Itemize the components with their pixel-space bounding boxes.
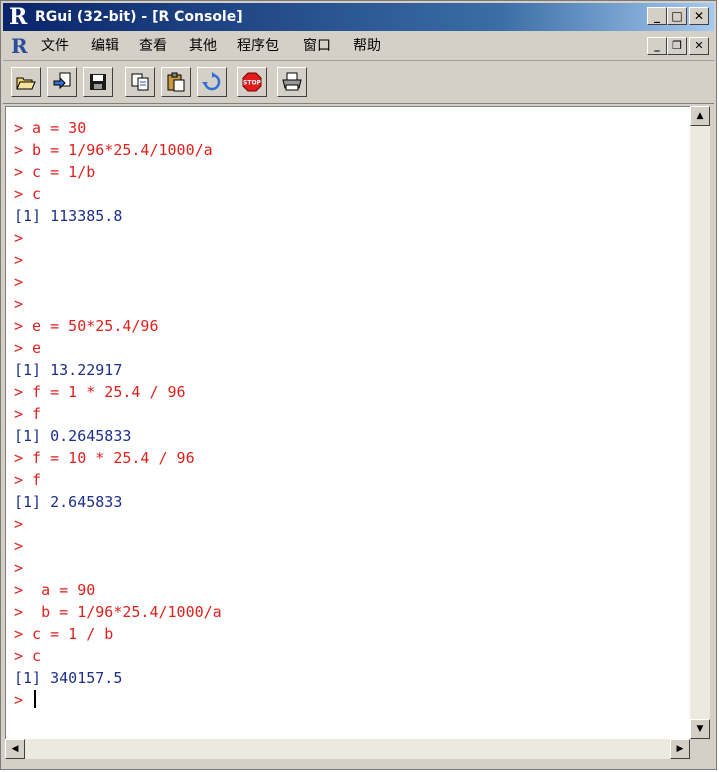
console-input-line: > bbox=[14, 229, 24, 247]
console-output-line: [1] 113385.8 bbox=[14, 207, 123, 225]
scroll-right-button[interactable]: ▶ bbox=[670, 739, 690, 759]
scroll-down-button[interactable]: ▼ bbox=[690, 719, 710, 739]
scroll-left-button[interactable]: ◀ bbox=[5, 739, 25, 759]
menu-file[interactable]: 文件 bbox=[41, 37, 69, 55]
console-input-line: > c bbox=[14, 647, 42, 665]
rgui-window: R RGui (32-bit) - [R Console] _ □ ✕ R 文件… bbox=[0, 0, 717, 770]
load-workspace-button[interactable] bbox=[47, 67, 77, 97]
save-workspace-button[interactable] bbox=[83, 67, 113, 97]
console-input-line: > b = 1/96*25.4/1000/a bbox=[14, 141, 213, 159]
menu-misc[interactable]: 其他 bbox=[189, 37, 217, 55]
print-button[interactable] bbox=[277, 67, 307, 97]
console-input-line: > a = 90 bbox=[14, 581, 96, 599]
console-input-line: > c = 1 / b bbox=[14, 625, 114, 643]
copy-icon bbox=[131, 73, 149, 91]
menu-edit[interactable]: 编辑 bbox=[91, 37, 119, 55]
toolbar: STOP bbox=[3, 61, 714, 104]
r-console-output[interactable]: > a = 30 > b = 1/96*25.4/1000/a > c = 1/b >… bbox=[5, 106, 690, 740]
menu-windows[interactable]: 窗口 bbox=[303, 37, 331, 55]
console-input-line: > bbox=[14, 559, 24, 577]
console-r-icon[interactable]: R bbox=[11, 34, 28, 58]
maximize-button[interactable]: □ bbox=[667, 7, 687, 25]
console-input-line: > a = 30 bbox=[14, 119, 87, 137]
text-cursor bbox=[34, 690, 37, 708]
child-close-button[interactable]: ✕ bbox=[689, 37, 709, 55]
scrollbar-corner bbox=[690, 739, 710, 759]
child-minimize-button[interactable]: _ bbox=[647, 37, 667, 55]
console-input-line: > bbox=[14, 251, 24, 269]
load-workspace-icon bbox=[53, 72, 71, 90]
console-input-line: > e = 50*25.4/96 bbox=[14, 317, 159, 335]
console-output-line: [1] 340157.5 bbox=[14, 669, 123, 687]
copy-paste-icon bbox=[202, 72, 221, 91]
prompt-symbol: > bbox=[14, 691, 33, 709]
minimize-button[interactable]: _ bbox=[647, 7, 667, 25]
stop-label: STOP bbox=[243, 80, 262, 87]
open-script-button[interactable] bbox=[11, 67, 41, 97]
scroll-up-button[interactable]: ▲ bbox=[690, 106, 710, 126]
console-input-line: > f = 10 * 25.4 / 96 bbox=[14, 449, 195, 467]
menu-view[interactable]: 查看 bbox=[139, 37, 167, 55]
menu-help[interactable]: 帮助 bbox=[353, 37, 381, 55]
console-input-line: > c bbox=[14, 185, 42, 203]
console-input-line: > e bbox=[14, 339, 42, 357]
console-input-line: > f bbox=[14, 405, 42, 423]
stop-icon: STOP bbox=[242, 72, 262, 92]
console-input-line: > b = 1/96*25.4/1000/a bbox=[14, 603, 222, 621]
console-input-line: > bbox=[14, 295, 24, 313]
console-input-line: > c = 1/b bbox=[14, 163, 96, 181]
console-prompt-line[interactable]: > bbox=[14, 689, 37, 711]
console-input-line: > bbox=[14, 537, 24, 555]
console-output-line: [1] 2.645833 bbox=[14, 493, 123, 511]
console-input-line: > f bbox=[14, 471, 42, 489]
paste-button[interactable] bbox=[161, 67, 191, 97]
console-output-line: [1] 0.2645833 bbox=[14, 427, 132, 445]
save-workspace-icon bbox=[90, 74, 106, 90]
console-input-line: > f = 1 * 25.4 / 96 bbox=[14, 383, 186, 401]
window-title: RGui (32-bit) - [R Console] bbox=[35, 9, 243, 25]
print-icon bbox=[282, 72, 302, 91]
vertical-scrollbar[interactable]: ▲ ▼ bbox=[690, 106, 710, 739]
close-button[interactable]: ✕ bbox=[689, 7, 709, 25]
open-script-icon bbox=[16, 77, 36, 90]
child-restore-button[interactable]: ❐ bbox=[667, 37, 687, 55]
stop-button[interactable]: STOP bbox=[237, 67, 267, 97]
r-logo-icon: R bbox=[9, 4, 28, 30]
paste-icon bbox=[167, 72, 185, 92]
horizontal-scrollbar[interactable]: ◀ ▶ bbox=[5, 739, 690, 759]
copy-button[interactable] bbox=[125, 67, 155, 97]
menu-bar: R 文件 编辑 查看 其他 程序包 窗口 帮助 _ ❐ ✕ bbox=[3, 32, 714, 61]
menu-packages[interactable]: 程序包 bbox=[237, 37, 279, 55]
console-input-line: > bbox=[14, 273, 24, 291]
console-output-line: [1] 13.22917 bbox=[14, 361, 123, 379]
title-bar[interactable]: R RGui (32-bit) - [R Console] _ □ ✕ bbox=[3, 3, 714, 31]
copy-paste-button[interactable] bbox=[197, 67, 227, 97]
console-input-line: > bbox=[14, 515, 24, 533]
